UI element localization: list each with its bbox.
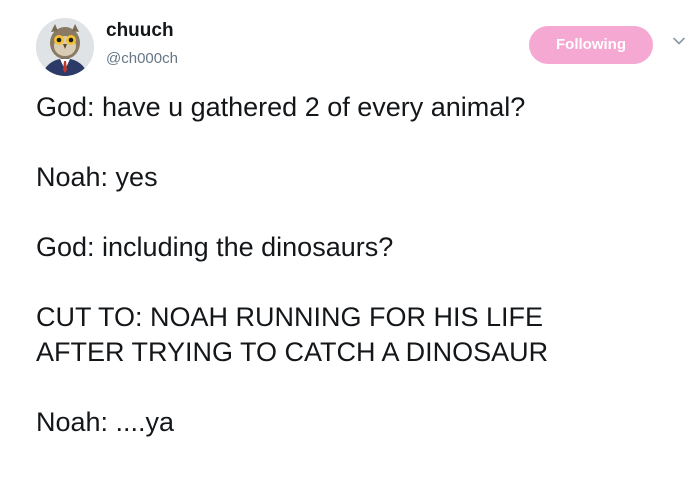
- tweet-card: chuuch @ch000ch Following God: have u ga…: [0, 0, 700, 479]
- chevron-down-icon[interactable]: [670, 32, 688, 50]
- owl-avatar-icon: [36, 18, 94, 76]
- tweet-line: Noah: yes: [36, 162, 158, 192]
- tweet-line: CUT TO: NOAH RUNNING FOR HIS LIFE AFTER …: [36, 302, 549, 367]
- author-display-name[interactable]: chuuch: [106, 20, 174, 42]
- following-button[interactable]: Following: [529, 26, 653, 64]
- tweet-text: God: have u gathered 2 of every animal? …: [36, 90, 686, 440]
- tweet-line: God: including the dinosaurs?: [36, 232, 394, 262]
- author-handle[interactable]: @ch000ch: [106, 50, 178, 67]
- tweet-line: God: have u gathered 2 of every animal?: [36, 92, 526, 122]
- tweet-line: Noah: ....ya: [36, 407, 175, 437]
- avatar[interactable]: [36, 18, 94, 76]
